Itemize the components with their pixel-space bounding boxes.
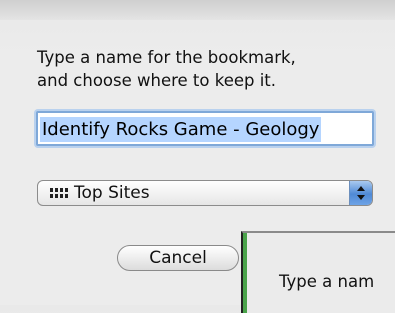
overlay-edge-strip — [243, 233, 247, 313]
location-popup[interactable]: Top Sites — [37, 180, 373, 206]
prompt-line-2: and choose where to keep it. — [37, 71, 277, 90]
location-selected-label: Top Sites — [74, 183, 150, 203]
bookmark-name-field[interactable]: Identify Rocks Game - Geology — [36, 111, 374, 146]
overlapping-dialog: Type a nam — [241, 231, 395, 313]
window-top-edge — [0, 0, 395, 20]
cancel-button[interactable]: Cancel — [117, 245, 239, 271]
bookmark-name-value[interactable]: Identify Rocks Game - Geology — [40, 117, 322, 142]
prompt-line-1: Type a name for the bookmark, — [37, 48, 296, 67]
popup-arrows-icon[interactable] — [349, 181, 372, 205]
overlay-prompt-text: Type a nam — [279, 272, 375, 291]
bookmark-prompt: Type a name for the bookmark, and choose… — [37, 46, 387, 92]
grid-icon — [50, 188, 68, 199]
